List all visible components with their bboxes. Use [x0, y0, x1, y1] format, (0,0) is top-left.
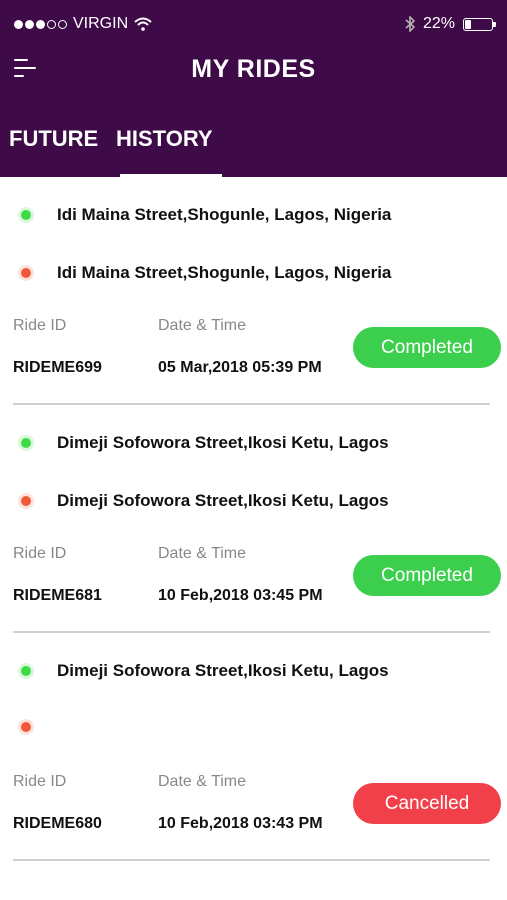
drop-dot-icon [18, 493, 34, 509]
pickup-location: Idi Maina Street,Shogunle, Lagos, Nigeri… [18, 205, 391, 225]
divider [13, 859, 490, 861]
page-title: MY RIDES [191, 55, 316, 83]
date-time-value: 10 Feb,2018 03:45 PM [158, 587, 323, 604]
ride-card[interactable]: Idi Maina Street,Shogunle, Lagos, Nigeri… [0, 177, 507, 405]
drop-location: Dimeji Sofowora Street,Ikosi Ketu, Lagos [18, 491, 389, 511]
drop-dot-icon [18, 265, 34, 281]
drop-dot-icon [18, 719, 34, 735]
drop-address: Dimeji Sofowora Street,Ikosi Ketu, Lagos [57, 491, 389, 510]
ride-id-value: RIDEME680 [13, 815, 102, 832]
pickup-address: Dimeji Sofowora Street,Ikosi Ketu, Lagos [57, 433, 389, 452]
tab-bar: FUTURE HISTORY [0, 126, 507, 177]
date-time-label: Date & Time [158, 545, 247, 562]
pickup-dot-icon [18, 663, 34, 679]
battery-percent: 22% [422, 15, 455, 32]
pickup-dot-icon [18, 207, 34, 223]
status-badge[interactable]: Cancelled [353, 783, 501, 824]
pickup-address: Dimeji Sofowora Street,Ikosi Ketu, Lagos [57, 661, 389, 680]
ride-id-value: RIDEME699 [13, 359, 102, 376]
pickup-address: Idi Maina Street,Shogunle, Lagos, Nigeri… [57, 205, 392, 224]
ride-id-label: Ride ID [13, 773, 67, 790]
drop-location [18, 719, 57, 735]
pickup-dot-icon [18, 435, 34, 451]
app-header: VIRGIN 22% MY RIDES FUTURE HISTORY [0, 0, 507, 177]
date-time-label: Date & Time [158, 317, 247, 334]
bluetooth-icon [405, 16, 415, 32]
drop-address: Idi Maina Street,Shogunle, Lagos, Nigeri… [57, 263, 392, 282]
ride-card[interactable]: Dimeji Sofowora Street,Ikosi Ketu, Lagos… [0, 405, 507, 633]
date-time-label: Date & Time [158, 773, 247, 790]
tab-future[interactable]: FUTURE [9, 126, 98, 152]
wifi-icon [134, 17, 152, 31]
date-time-value: 10 Feb,2018 03:43 PM [158, 815, 323, 832]
drop-location: Idi Maina Street,Shogunle, Lagos, Nigeri… [18, 263, 391, 283]
ride-id-label: Ride ID [13, 545, 67, 562]
ride-card[interactable]: Dimeji Sofowora Street,Ikosi Ketu, Lagos… [0, 633, 507, 861]
carrier-name: VIRGIN [73, 15, 129, 32]
tab-history[interactable]: HISTORY [116, 126, 213, 152]
pickup-location: Dimeji Sofowora Street,Ikosi Ketu, Lagos [18, 433, 389, 453]
status-bar: VIRGIN 22% [0, 0, 507, 50]
status-badge[interactable]: Completed [353, 555, 501, 596]
date-time-value: 05 Mar,2018 05:39 PM [158, 359, 322, 376]
status-badge[interactable]: Completed [353, 327, 501, 368]
battery-icon [463, 17, 496, 31]
pickup-location: Dimeji Sofowora Street,Ikosi Ketu, Lagos [18, 661, 389, 681]
signal-strength-icon [14, 19, 67, 29]
ride-id-value: RIDEME681 [13, 587, 102, 604]
ride-id-label: Ride ID [13, 317, 67, 334]
rides-list: Idi Maina Street,Shogunle, Lagos, Nigeri… [0, 177, 507, 861]
